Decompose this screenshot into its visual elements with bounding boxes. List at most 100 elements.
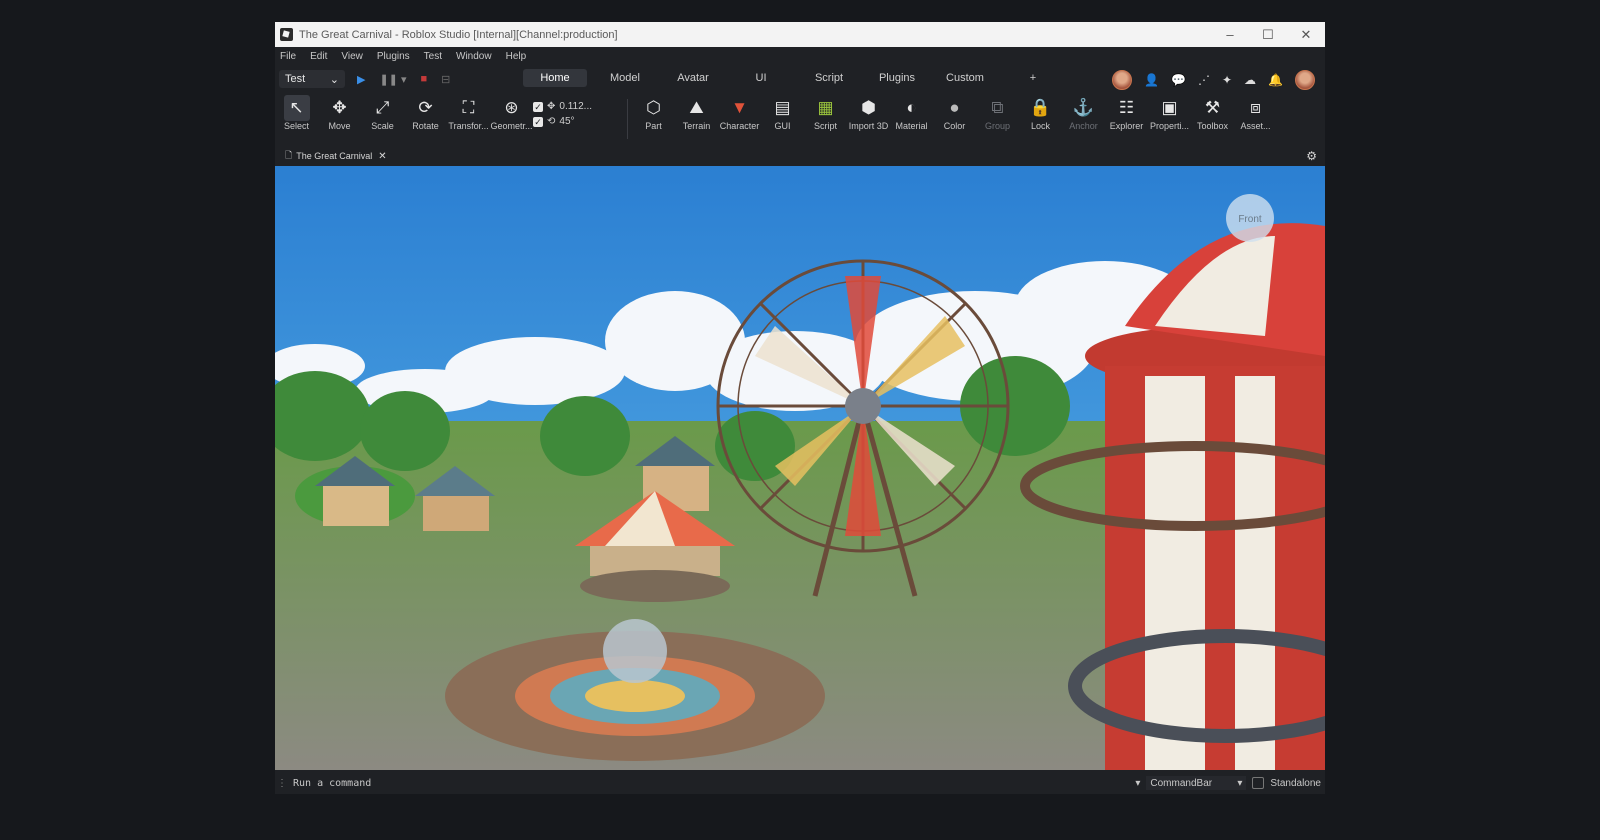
tool-anchor[interactable]: ⚓ Anchor	[1062, 95, 1105, 131]
tool-script[interactable]: ▦ Script	[804, 95, 847, 131]
color-icon: ●	[949, 98, 960, 117]
tool-scale-label: Scale	[371, 121, 394, 131]
move-snap-checkbox[interactable]: ✓	[533, 101, 543, 112]
explorer-icon: ☷	[1118, 98, 1135, 117]
tool-group[interactable]: ⧉ Group	[976, 95, 1019, 131]
3d-viewport[interactable]: Front	[275, 166, 1325, 770]
place-file-icon: 🗋	[285, 150, 293, 160]
chat-icon[interactable]: 💬	[1171, 73, 1186, 87]
tool-transform[interactable]: ⛶ Transfor...	[447, 95, 490, 131]
drag-handle-icon[interactable]: ⋮	[277, 778, 287, 789]
tool-properties-label: Properti...	[1149, 121, 1189, 131]
tool-color[interactable]: ● Color	[933, 95, 976, 131]
tool-terrain[interactable]: ⛰ Terrain	[675, 95, 718, 131]
gear-icon[interactable]: ⚙	[1306, 149, 1317, 163]
tool-rotate[interactable]: ⟳ Rotate	[404, 95, 447, 131]
notifications-icon[interactable]: 🔔	[1268, 73, 1283, 87]
toolbar-divider	[627, 99, 628, 139]
tool-group-label: Group	[984, 121, 1010, 131]
command-input[interactable]: Run a command	[293, 778, 371, 789]
menu-view[interactable]: View	[341, 51, 363, 62]
tool-select[interactable]: ↖ Select	[275, 95, 318, 131]
tool-properties[interactable]: ▣ Properti...	[1148, 95, 1191, 131]
rotate-icon: ⟳	[418, 98, 433, 117]
tool-material[interactable]: ◐ Material	[890, 95, 933, 131]
material-icon: ◐	[906, 98, 917, 117]
tool-character-label: Character	[719, 121, 760, 131]
lock-icon: 🔒	[1029, 98, 1052, 117]
script-icon: ▦	[817, 98, 834, 117]
roblox-studio-icon	[280, 28, 293, 41]
tool-part-label: Part	[645, 121, 662, 131]
ribbon-tabs: Home Model Avatar UI Script Plugins Cust…	[523, 69, 1067, 87]
scale-icon: ⤢	[375, 98, 390, 117]
rotate-snap-checkbox[interactable]: ✓	[533, 116, 543, 127]
move-icon: ✥	[332, 98, 347, 117]
gui-icon: ▤	[774, 98, 791, 117]
tool-select-label: Select	[283, 121, 309, 131]
menu-help[interactable]: Help	[506, 51, 527, 62]
menu-test[interactable]: Test	[424, 51, 442, 62]
add-tab-button[interactable]: +	[999, 69, 1067, 87]
menu-plugins[interactable]: Plugins	[377, 51, 410, 62]
menu-window[interactable]: Window	[456, 51, 492, 62]
toolbox-icon: ⚒	[1204, 98, 1221, 117]
title-bar: The Great Carnival - Roblox Studio [Inte…	[275, 22, 1325, 47]
view-cube[interactable]: Front	[1226, 194, 1274, 242]
viewport-scene[interactable]: Front	[275, 166, 1325, 770]
tool-character[interactable]: ▼ Character	[718, 95, 761, 131]
command-context-select[interactable]: CommandBar ▾	[1146, 776, 1247, 790]
tool-asset-manager[interactable]: ⧈ Asset...	[1234, 95, 1277, 131]
tool-transform-label: Transfor...	[448, 121, 489, 131]
play-icon[interactable]: ▶	[357, 73, 365, 86]
cloud-icon[interactable]: ☁	[1244, 73, 1256, 87]
tool-scale[interactable]: ⤢ Scale	[361, 95, 404, 131]
asset-manager-icon: ⧈	[1250, 98, 1261, 117]
tool-color-label: Color	[943, 121, 966, 131]
tool-part[interactable]: ⬡ Part	[632, 95, 675, 131]
tool-import3d[interactable]: ⬢ Import 3D	[847, 95, 890, 131]
rotate-snap-value[interactable]: 45°	[559, 116, 574, 127]
tab-script[interactable]: Script	[795, 69, 863, 87]
tool-lock[interactable]: 🔒 Lock	[1019, 95, 1062, 131]
close-icon[interactable]: ✕	[1287, 27, 1325, 43]
menu-bar: File Edit View Plugins Test Window Help	[275, 47, 1325, 65]
share-icon[interactable]: ⋰	[1198, 73, 1210, 87]
tool-anchor-label: Anchor	[1069, 121, 1098, 131]
doc-tab-label[interactable]: The Great Carnival	[296, 151, 372, 161]
collaborator-avatar[interactable]	[1112, 70, 1133, 90]
maximize-icon[interactable]: ☐	[1249, 27, 1287, 43]
stop-icon[interactable]: ■	[420, 73, 427, 85]
tool-explorer[interactable]: ☷ Explorer	[1105, 95, 1148, 131]
tool-geometry[interactable]: ⊛ Geometr...	[490, 95, 533, 131]
minimize-icon[interactable]: –	[1211, 27, 1249, 43]
assistant-icon[interactable]: ✦	[1222, 73, 1232, 87]
close-tab-icon[interactable]: ✕	[378, 151, 386, 162]
command-bar: ⋮ Run a command ▾ CommandBar ▾ Standalon…	[275, 772, 1325, 794]
move-snap-value[interactable]: 0.112...	[559, 101, 592, 112]
tab-plugins[interactable]: Plugins	[863, 69, 931, 87]
standalone-checkbox[interactable]	[1252, 777, 1265, 789]
document-tabs: 🗋 The Great Carnival ✕ ⚙	[275, 147, 1325, 165]
tab-ui[interactable]: UI	[727, 69, 795, 87]
tab-avatar[interactable]: Avatar	[659, 69, 727, 87]
mode-select[interactable]: Test ⌄	[279, 70, 345, 88]
import3d-icon: ⬢	[861, 98, 876, 117]
tool-lock-label: Lock	[1030, 121, 1050, 131]
pause-icon[interactable]: ❚❚ ▾	[379, 73, 406, 86]
tool-asset-manager-label: Asset...	[1240, 121, 1271, 131]
command-history-dropdown-icon[interactable]: ▾	[1135, 778, 1140, 789]
user-avatar[interactable]	[1295, 70, 1315, 90]
tool-gui[interactable]: ▤ GUI	[761, 95, 804, 131]
tool-move[interactable]: ✥ Move	[318, 95, 361, 131]
studio-window: The Great Carnival - Roblox Studio [Inte…	[275, 22, 1325, 794]
tab-model[interactable]: Model	[591, 69, 659, 87]
tool-toolbox[interactable]: ⚒ Toolbox	[1191, 95, 1234, 131]
step-icon[interactable]: ⊟	[441, 73, 450, 86]
menu-edit[interactable]: Edit	[310, 51, 327, 62]
tab-home[interactable]: Home	[523, 69, 587, 87]
menu-file[interactable]: File	[280, 51, 296, 62]
group-icon: ⧉	[991, 98, 1004, 117]
add-collaborator-icon[interactable]: 👤	[1144, 73, 1159, 87]
tab-custom[interactable]: Custom	[931, 69, 999, 87]
